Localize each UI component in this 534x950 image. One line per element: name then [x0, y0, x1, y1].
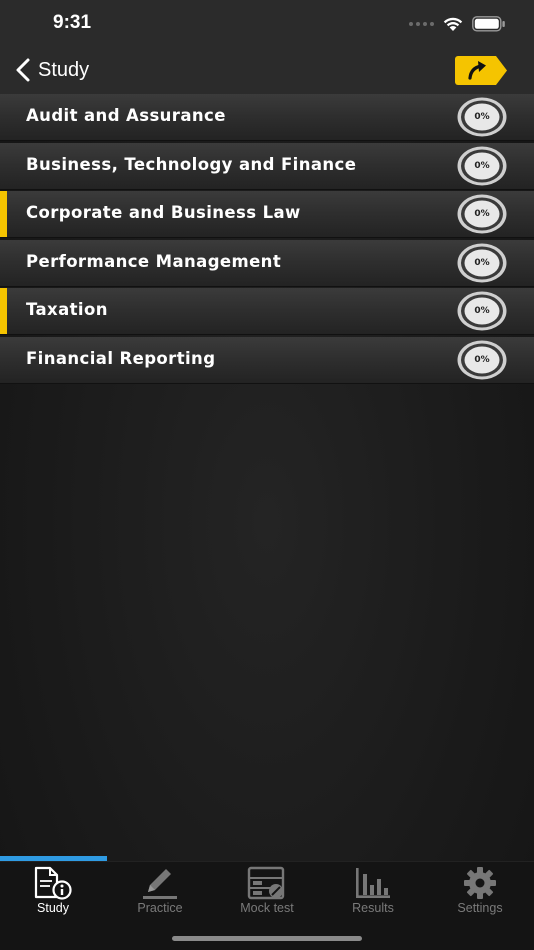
progress-ring: 0% — [456, 339, 508, 381]
highlight-marker — [0, 191, 7, 238]
share-button[interactable] — [454, 55, 508, 86]
progress-ring: 0% — [456, 96, 508, 138]
subject-list: Audit and Assurance 0% Business, Technol… — [0, 94, 534, 386]
back-label: Study — [38, 58, 90, 81]
tab-label: Study — [37, 901, 69, 915]
subject-label: Financial Reporting — [26, 348, 216, 368]
tab-results[interactable]: Results — [320, 864, 426, 920]
highlight-marker — [0, 288, 7, 335]
navigation-bar: Study — [0, 46, 534, 94]
progress-value: 0% — [474, 112, 490, 122]
status-icons — [409, 14, 506, 34]
tab-settings[interactable]: Settings — [427, 864, 533, 920]
tab-label: Results — [352, 901, 394, 915]
progress-value: 0% — [474, 257, 490, 268]
tab-label: Mock test — [240, 901, 294, 915]
pencil-icon — [143, 869, 177, 899]
subject-label: Taxation — [26, 300, 108, 320]
gear-icon — [464, 867, 496, 899]
wifi-icon — [443, 17, 463, 31]
back-button[interactable]: Study — [14, 54, 89, 86]
home-indicator — [172, 936, 362, 941]
subject-row-performance-management[interactable]: Performance Management 0% — [0, 239, 534, 287]
subject-row-taxation[interactable]: Taxation 0% — [0, 288, 534, 336]
progress-ring: 0% — [456, 290, 508, 332]
progress-value: 0% — [474, 306, 490, 317]
bar-chart-icon — [356, 868, 390, 898]
tab-mock-test[interactable]: Mock test — [214, 864, 320, 920]
subject-row-financial-reporting[interactable]: Financial Reporting 0% — [0, 336, 534, 384]
study-screen: 9:31 Study Audit and Assurance 0% Busine… — [0, 0, 534, 950]
subject-label: Audit and Assurance — [26, 106, 226, 125]
subject-label: Corporate and Business Law — [26, 203, 301, 223]
cellular-signal-icon — [409, 22, 434, 26]
progress-ring: 0% — [456, 145, 508, 187]
document-info-icon — [34, 866, 72, 900]
chevron-left-icon — [16, 58, 30, 82]
tab-label: Settings — [457, 901, 503, 915]
subject-row-business-technology-and-finance[interactable]: Business, Technology and Finance 0% — [0, 142, 534, 190]
subject-row-audit-and-assurance[interactable]: Audit and Assurance 0% — [0, 94, 534, 141]
status-time: 9:31 — [53, 12, 92, 33]
tab-study[interactable]: Study — [0, 864, 106, 920]
progress-value: 0% — [474, 209, 490, 220]
tab-practice[interactable]: Practice — [107, 864, 213, 920]
status-bar: 9:31 — [0, 0, 534, 46]
subject-label: Business, Technology and Finance — [26, 154, 357, 174]
subject-row-corporate-and-business-law[interactable]: Corporate and Business Law 0% — [0, 191, 534, 239]
exam-sheet-icon — [247, 866, 285, 900]
progress-ring: 0% — [456, 193, 508, 235]
progress-ring: 0% — [456, 242, 508, 284]
subject-label: Performance Management — [26, 251, 282, 271]
progress-value: 0% — [474, 160, 490, 171]
progress-value: 0% — [474, 354, 490, 365]
battery-icon — [472, 16, 505, 32]
tab-label: Practice — [137, 901, 183, 915]
